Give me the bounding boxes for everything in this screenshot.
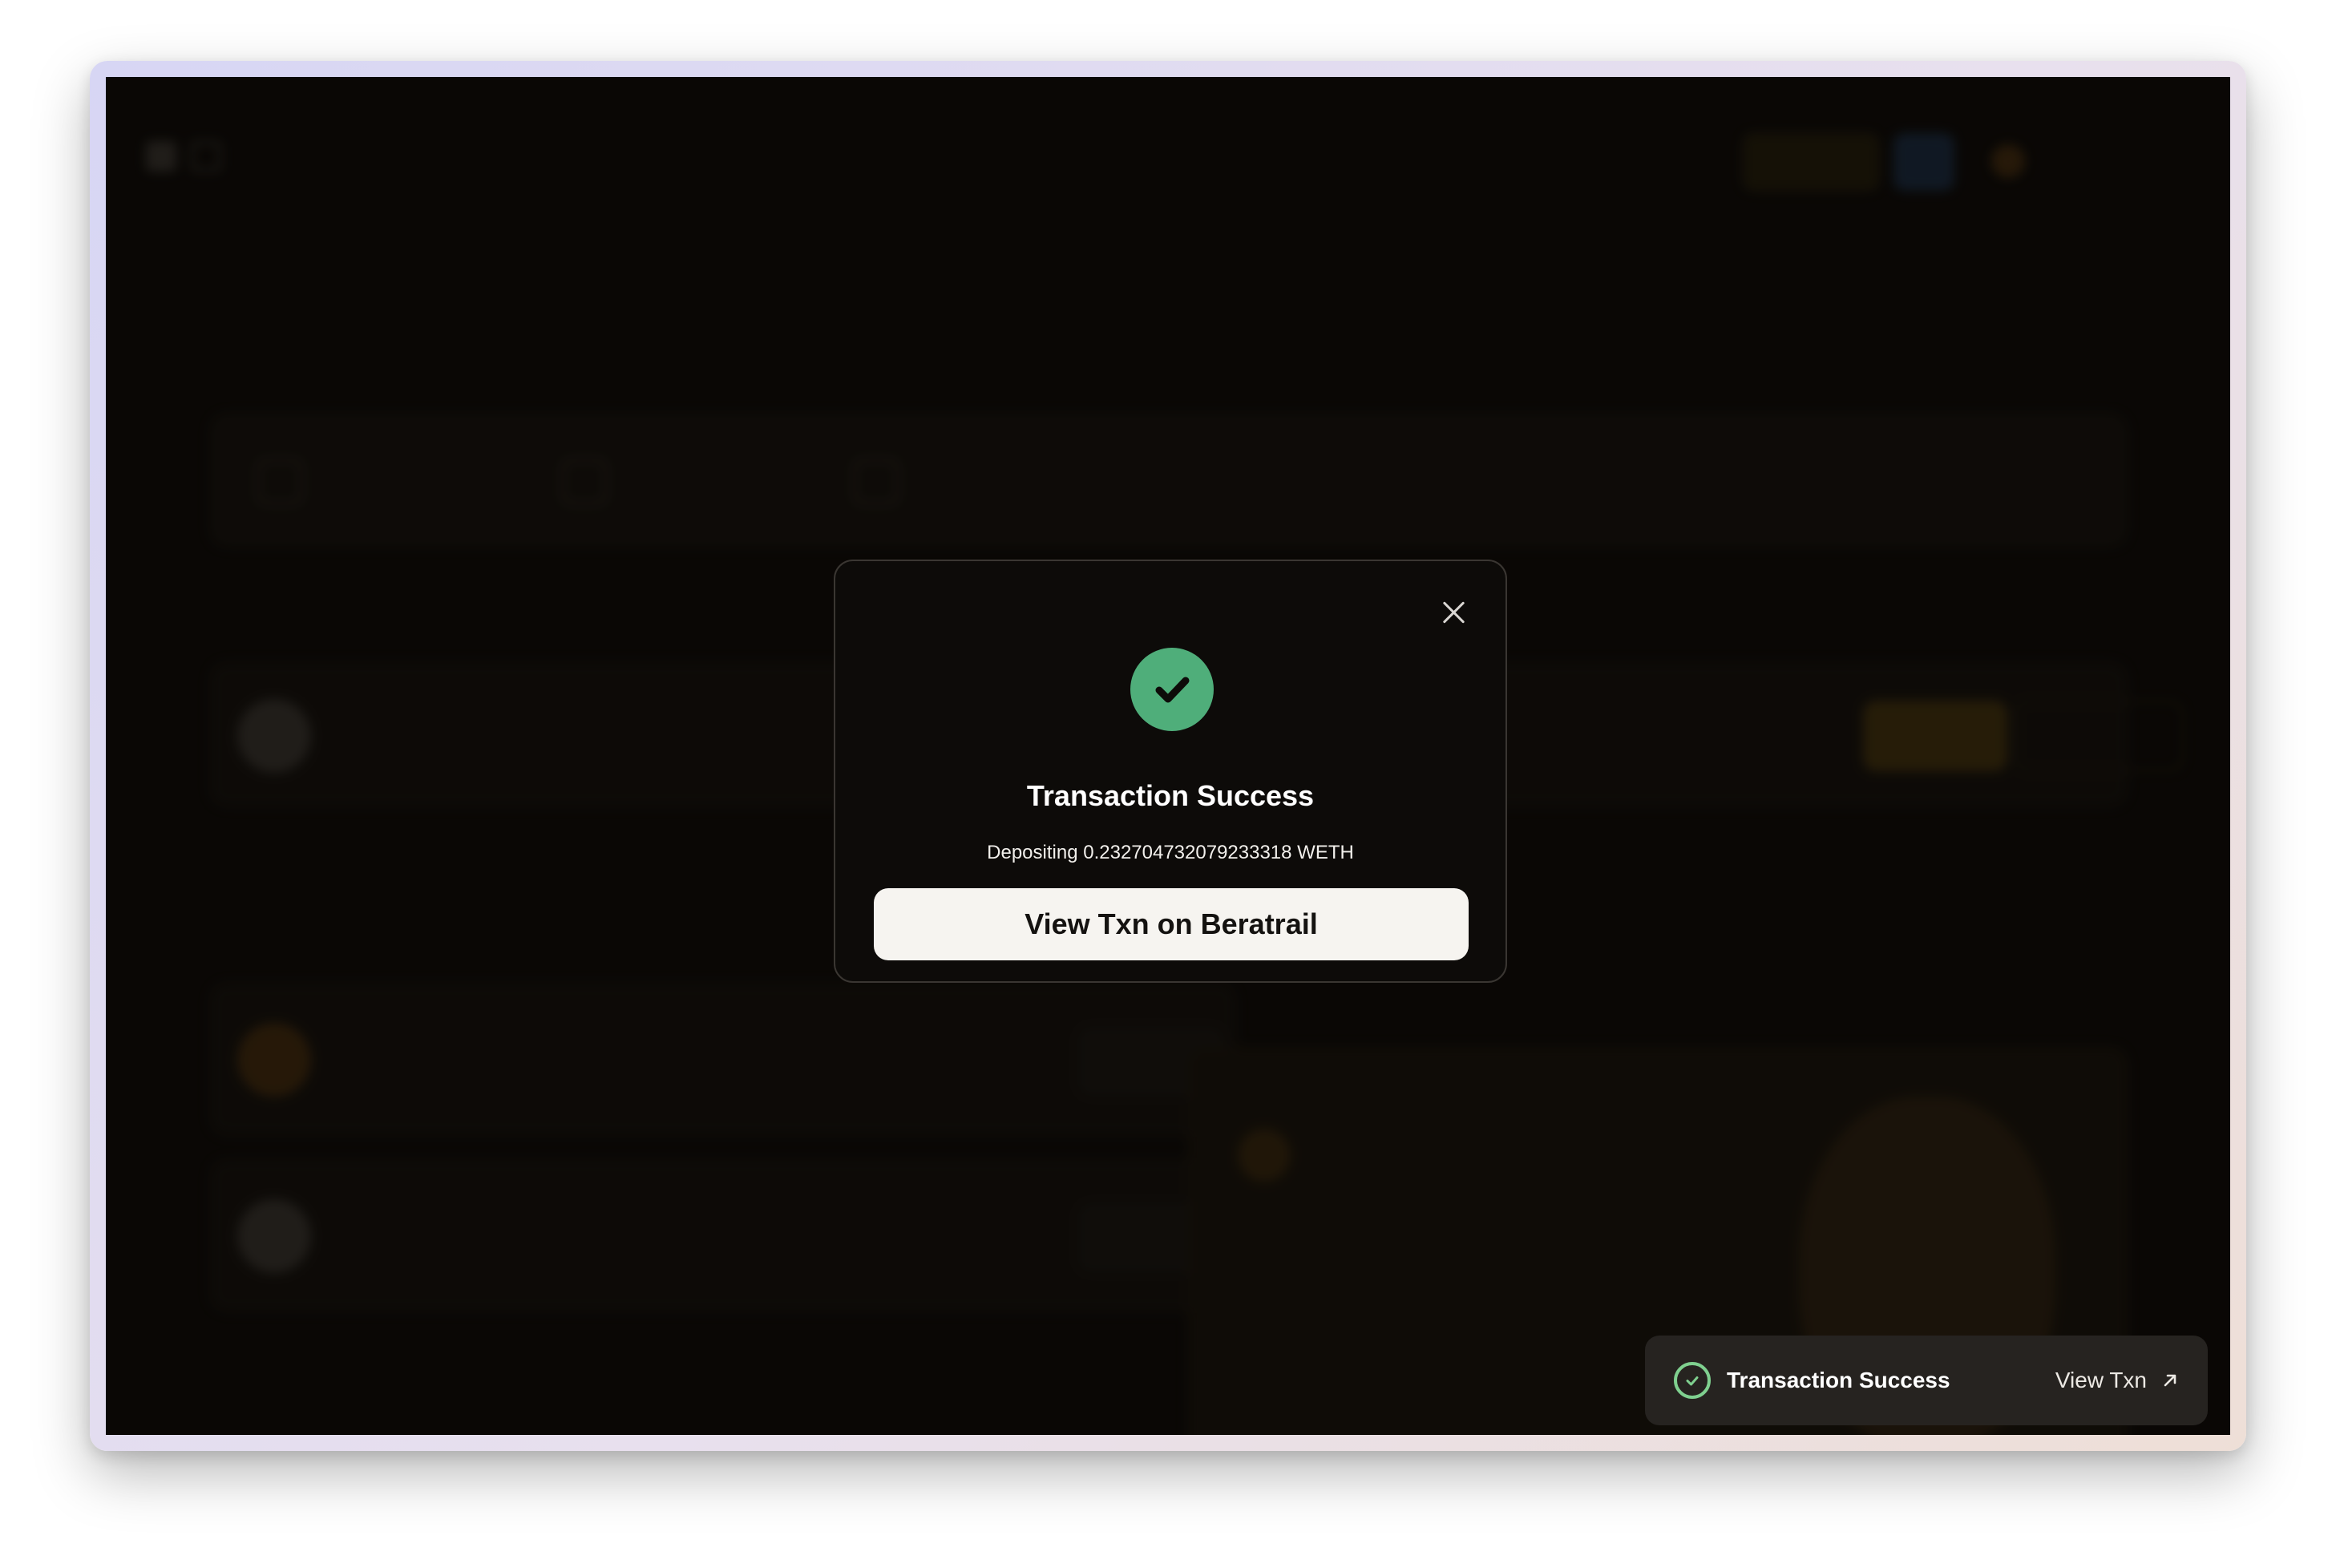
close-icon[interactable] xyxy=(1438,596,1470,628)
view-txn-label: View Txn xyxy=(2055,1368,2147,1392)
success-toast: Transaction Success View Txn xyxy=(1645,1336,2208,1425)
check-circle-icon xyxy=(1130,648,1214,731)
view-txn-link[interactable]: View Txn xyxy=(2055,1368,2179,1393)
modal-title: Transaction Success xyxy=(1026,779,1315,812)
view-txn-button[interactable]: View Txn on Beratrail xyxy=(874,888,1469,960)
modal-description: Depositing 0.232704732079233318 WETH xyxy=(987,842,1354,863)
toast-title: Transaction Success xyxy=(1727,1368,1950,1392)
checkmark-icon xyxy=(1155,677,1190,703)
arrow-up-right-icon xyxy=(2164,1374,2176,1387)
checkmark-icon xyxy=(1686,1376,1699,1386)
transaction-success-modal: Transaction Success Depositing 0.2327047… xyxy=(834,560,1507,983)
window-frame: Transaction Success Depositing 0.2327047… xyxy=(90,61,2246,1451)
app-screen: Transaction Success Depositing 0.2327047… xyxy=(106,77,2230,1435)
check-circle-icon xyxy=(1674,1362,1711,1399)
